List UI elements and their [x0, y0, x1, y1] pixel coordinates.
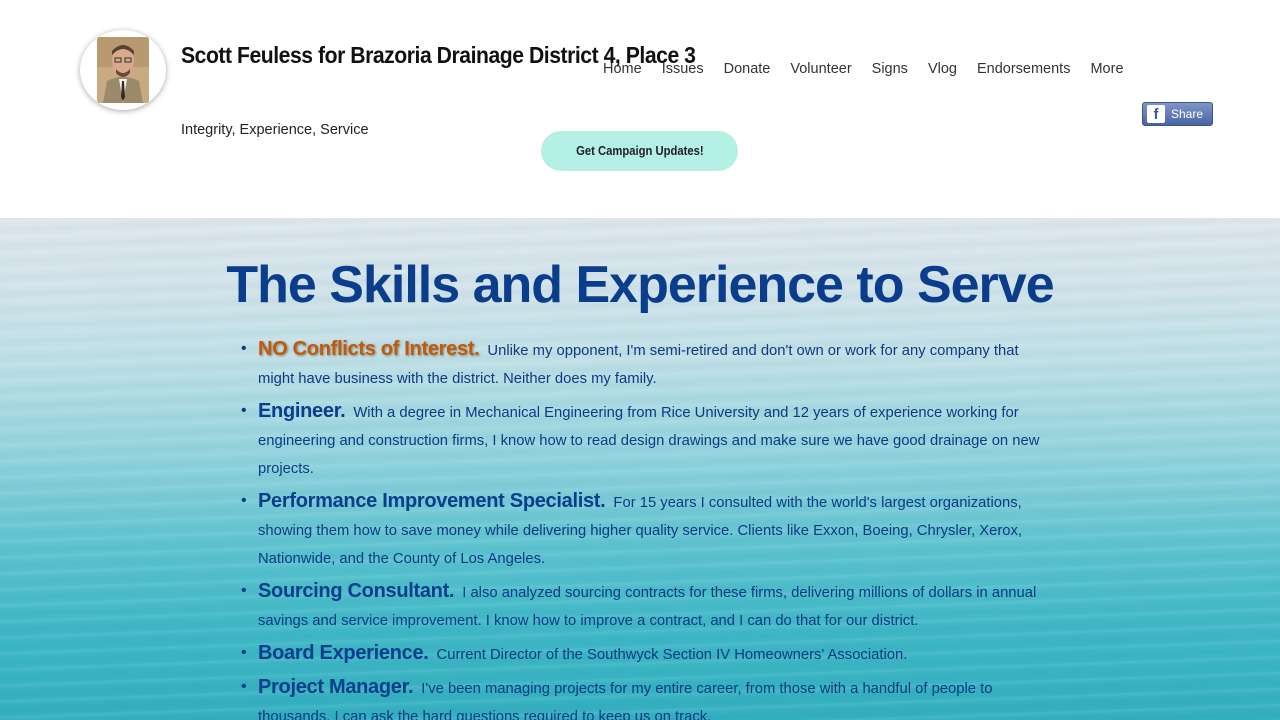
- item-text: With a degree in Mechanical Engineering …: [258, 405, 1040, 477]
- skills-section: The Skills and Experience to Serve NO Co…: [0, 219, 1280, 720]
- nav-item-home[interactable]: Home: [603, 61, 642, 77]
- site-header: Scott Feuless for Brazoria Drainage Dist…: [0, 0, 1280, 219]
- main-nav: Home Issues Donate Volunteer Signs Vlog …: [603, 61, 1144, 77]
- nav-item-volunteer[interactable]: Volunteer: [790, 61, 851, 77]
- list-item: Engineer.With a degree in Mechanical Eng…: [241, 397, 1058, 483]
- item-text: Current Director of the Southwyck Sectio…: [436, 647, 908, 663]
- facebook-share-button[interactable]: f Share: [1142, 102, 1213, 126]
- list-item: Board Experience. Current Director of the…: [241, 639, 1058, 669]
- section-heading: The Skills and Experience to Serve: [226, 256, 1054, 314]
- get-campaign-updates-button[interactable]: Get Campaign Updates!: [541, 131, 738, 171]
- list-item: Sourcing Consultant.I also analyzed sour…: [241, 577, 1058, 635]
- avatar[interactable]: [80, 30, 166, 110]
- item-lead: Board Experience.: [258, 642, 429, 664]
- list-item: Project Manager.I've been managing proje…: [241, 673, 1058, 720]
- candidate-photo: [97, 37, 149, 103]
- item-lead: Engineer.: [258, 400, 346, 422]
- list-item: NO Conflicts of Interest.Unlike my oppon…: [241, 335, 1058, 393]
- nav-item-more[interactable]: More: [1090, 61, 1123, 77]
- item-lead: Sourcing Consultant.: [258, 580, 455, 602]
- tagline: Integrity, Experience, Service: [181, 122, 369, 138]
- qualifications-list: NO Conflicts of Interest.Unlike my oppon…: [241, 335, 1058, 720]
- nav-item-vlog[interactable]: Vlog: [928, 61, 957, 77]
- list-item: Performance Improvement Specialist.For 1…: [241, 487, 1058, 573]
- share-label: Share: [1171, 107, 1204, 121]
- nav-item-endorsements[interactable]: Endorsements: [977, 61, 1071, 77]
- nav-item-issues[interactable]: Issues: [662, 61, 704, 77]
- nav-item-signs[interactable]: Signs: [872, 61, 908, 77]
- item-lead: NO Conflicts of Interest.: [258, 338, 480, 360]
- item-lead: Project Manager.: [258, 676, 414, 698]
- facebook-icon: f: [1147, 105, 1165, 123]
- nav-item-donate[interactable]: Donate: [724, 61, 771, 77]
- cta-label: Get Campaign Updates!: [575, 144, 704, 158]
- item-lead: Performance Improvement Specialist.: [258, 490, 606, 512]
